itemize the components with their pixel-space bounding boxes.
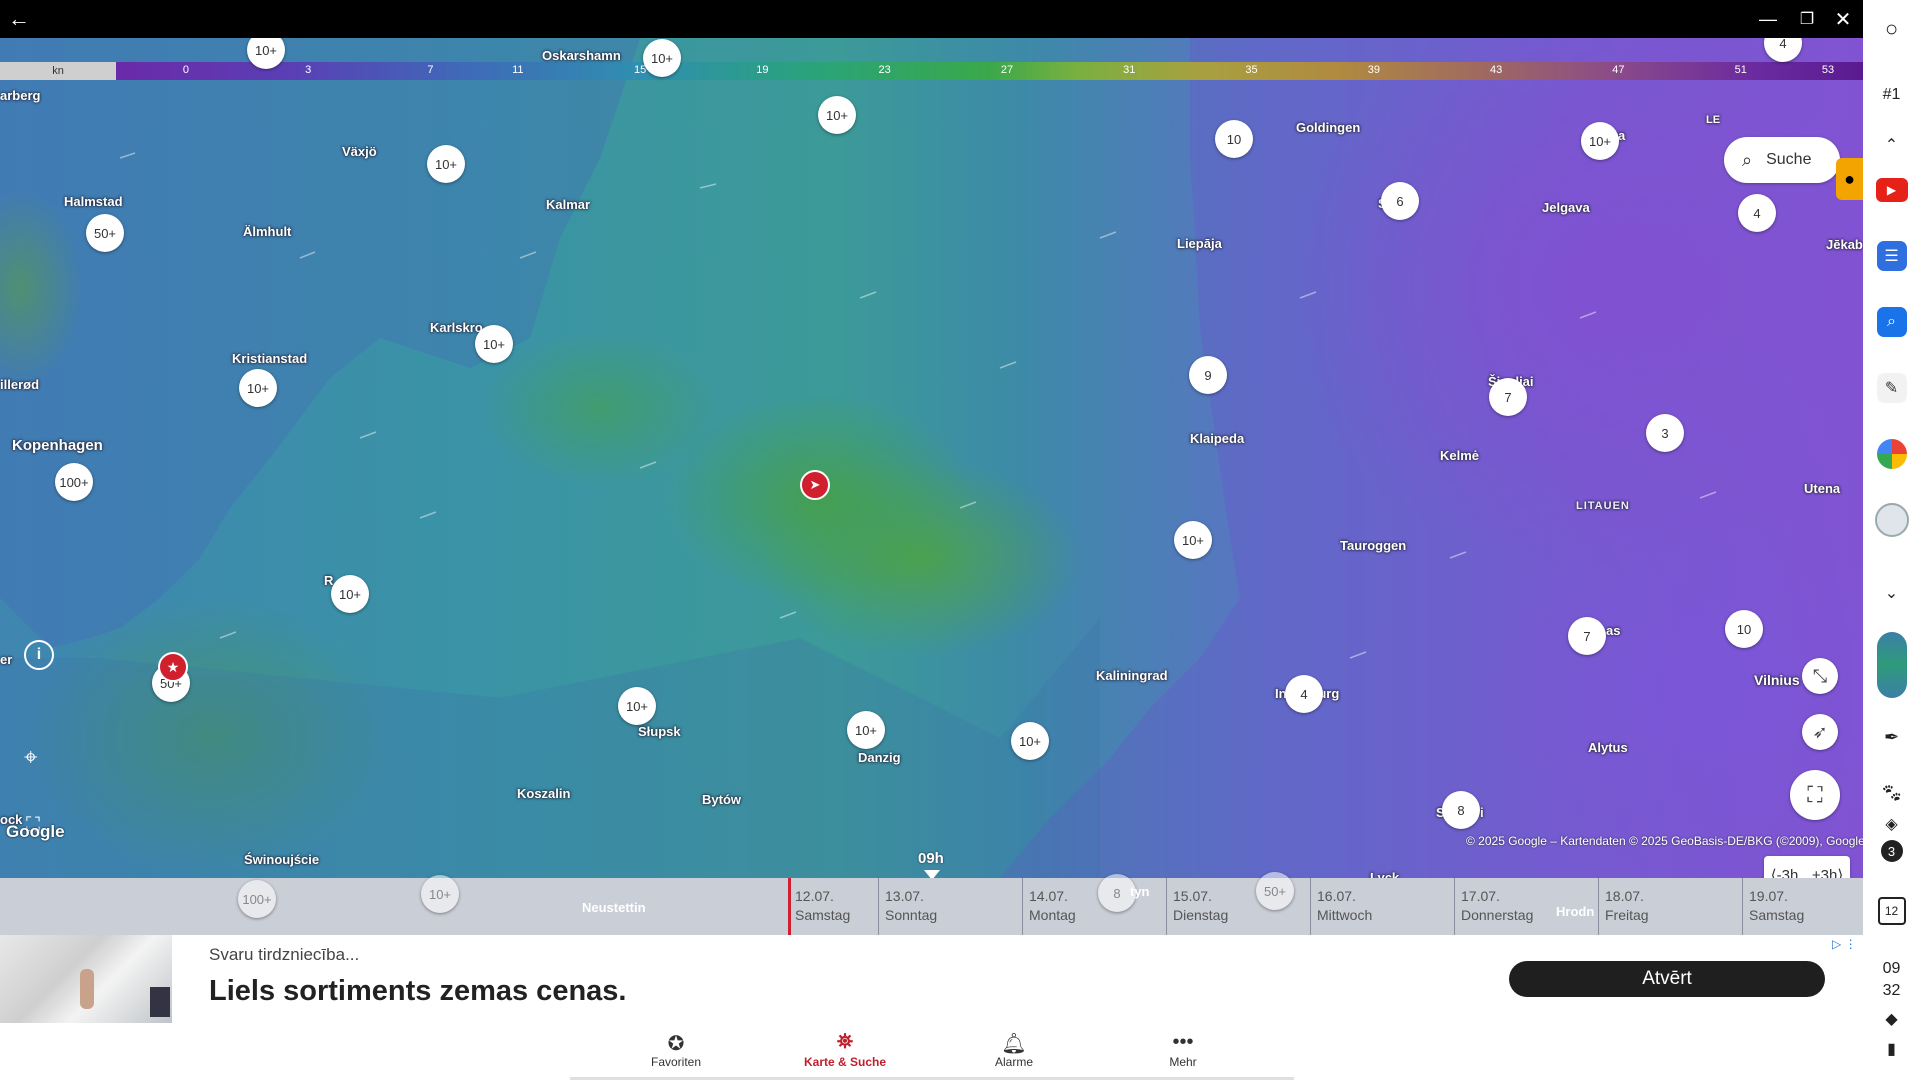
- map-cluster-marker: 10+: [421, 875, 459, 913]
- timeline-day[interactable]: 18.07. Freitag: [1598, 878, 1742, 935]
- timeline-day[interactable]: 16.07. Mittwoch: [1310, 878, 1454, 935]
- current-location-marker[interactable]: ➤: [800, 470, 830, 500]
- map-settings-icon[interactable]: ⛶: [1790, 770, 1840, 820]
- wifi-icon: ◆: [1885, 1011, 1898, 1028]
- bottom-navigation: ✪ Favoriten ⛯ Karte & Suche 🔔︎ Alarme ••• Me…: [0, 1023, 1863, 1080]
- photos-icon[interactable]: [1863, 434, 1920, 474]
- ad-banner[interactable]: Svaru tirdzniecība... Liels sortiments z…: [0, 935, 1863, 1023]
- timeline-day[interactable]: 14.07. Montag: [1022, 878, 1166, 935]
- nav-alarme[interactable]: 🔔︎ Alarme: [954, 1031, 1074, 1069]
- timeline-day[interactable]: 12.07. Samstag: [788, 878, 878, 935]
- star-badge-icon: ✪: [667, 1033, 685, 1055]
- ad-headline: Liels sortiments zemas cenas.: [209, 975, 627, 1007]
- time-shift-control: ⟨-3h +3h⟩: [1764, 856, 1850, 878]
- timeline-day[interactable]: 15.07. Dienstag: [1166, 878, 1310, 935]
- time-marker-label: 09h: [918, 850, 944, 867]
- battery-icon: ▮: [1887, 1041, 1896, 1058]
- search-button[interactable]: ⌕ Suche: [1724, 137, 1840, 183]
- search-label: Suche: [1766, 151, 1812, 168]
- home-circle-icon[interactable]: ○: [1863, 12, 1920, 46]
- layers-icon[interactable]: ◈: [1863, 812, 1920, 836]
- docs-icon[interactable]: ☰: [1863, 236, 1920, 276]
- more-dots-icon: •••: [1172, 1031, 1194, 1053]
- map-search-icon: ⛯: [837, 1031, 853, 1053]
- timeline-day[interactable]: 13.07. Sonntag: [878, 878, 1022, 935]
- nav-mehr[interactable]: ••• Mehr: [1123, 1031, 1243, 1069]
- time-plus-button[interactable]: +3h⟩: [1812, 866, 1843, 878]
- close-icon[interactable]: ✕: [1824, 0, 1862, 38]
- lightbulb-icon[interactable]: ●: [1836, 158, 1863, 200]
- timeline-day[interactable]: 17.07. Donnerstag: [1454, 878, 1598, 935]
- back-arrow-icon[interactable]: ←: [0, 0, 38, 38]
- pen-icon[interactable]: ✒: [1863, 720, 1920, 754]
- avatar-stack[interactable]: [1863, 630, 1920, 700]
- calendar-icon[interactable]: 12: [1863, 894, 1920, 928]
- info-icon[interactable]: i: [24, 640, 54, 670]
- collapse-arrows-icon[interactable]: ⤡: [1802, 658, 1838, 694]
- system-sidebar: ○ #1 ⌃ ▶ ☰ ⌕ ✎ ⌄ ✒ 🐾︎ ◈ 3 12 09 32 ◆ ▮: [1863, 0, 1920, 1080]
- city-label: Neustettin: [582, 900, 646, 915]
- compass-icon[interactable]: ➶: [1802, 714, 1838, 750]
- wind-streaks: [119, 152, 1717, 659]
- app-icon[interactable]: [1863, 500, 1920, 540]
- notification-badge[interactable]: 3: [1863, 838, 1920, 864]
- search-app-icon[interactable]: ⌕: [1863, 302, 1920, 342]
- gps-off-icon[interactable]: ⌖: [24, 744, 38, 772]
- window-titlebar: ← — ❐ ✕: [0, 0, 1863, 38]
- search-icon: ⌕: [1742, 149, 1753, 170]
- timeline-strip[interactable]: 100+ 10+ 8 50+ Neustettin Hrodn tyn 12.0…: [0, 872, 1863, 935]
- nav-karte-suche[interactable]: ⛯ Karte & Suche: [785, 1031, 905, 1069]
- map-attribution: © 2025 Google – Kartendaten © 2025 GeoBa…: [1466, 834, 1863, 848]
- clock-minute: 32: [1882, 982, 1901, 999]
- clock-hour: 09: [1882, 960, 1901, 977]
- time-minus-button[interactable]: ⟨-3h: [1771, 866, 1799, 878]
- timeline-day[interactable]: 19.07. Samstag: [1742, 878, 1832, 935]
- time-marker-pointer[interactable]: [924, 870, 940, 878]
- timeline-now-indicator: [788, 878, 791, 935]
- tab-number[interactable]: #1: [1863, 78, 1920, 112]
- chevron-up-icon[interactable]: ⌃: [1863, 130, 1920, 160]
- wind-map[interactable]: kn 0 3 7 11 15 19 23 27 31 35 39 43 47 5…: [0, 38, 1863, 878]
- nav-favoriten[interactable]: ✪ Favoriten: [616, 1031, 736, 1069]
- map-cluster-marker: 100+: [238, 880, 276, 918]
- chevron-down-icon[interactable]: ⌄: [1863, 578, 1920, 608]
- paw-icon[interactable]: 🐾︎: [1863, 776, 1920, 810]
- ad-image: [0, 935, 172, 1023]
- ad-open-button[interactable]: Atvērt: [1509, 961, 1825, 997]
- ad-subtitle: Svaru tirdzniecība...: [209, 945, 360, 964]
- youtube-icon[interactable]: ▶: [1863, 170, 1920, 210]
- minimize-icon[interactable]: —: [1749, 0, 1787, 38]
- favorite-star-marker[interactable]: ★: [158, 652, 188, 682]
- restore-icon[interactable]: ❐: [1788, 0, 1826, 38]
- google-logo: Google: [6, 822, 65, 841]
- edit-app-icon[interactable]: ✎: [1863, 368, 1920, 408]
- ad-choices-icon[interactable]: ▷ ⋮: [1832, 937, 1857, 951]
- bell-icon: 🔔︎: [1001, 1033, 1027, 1055]
